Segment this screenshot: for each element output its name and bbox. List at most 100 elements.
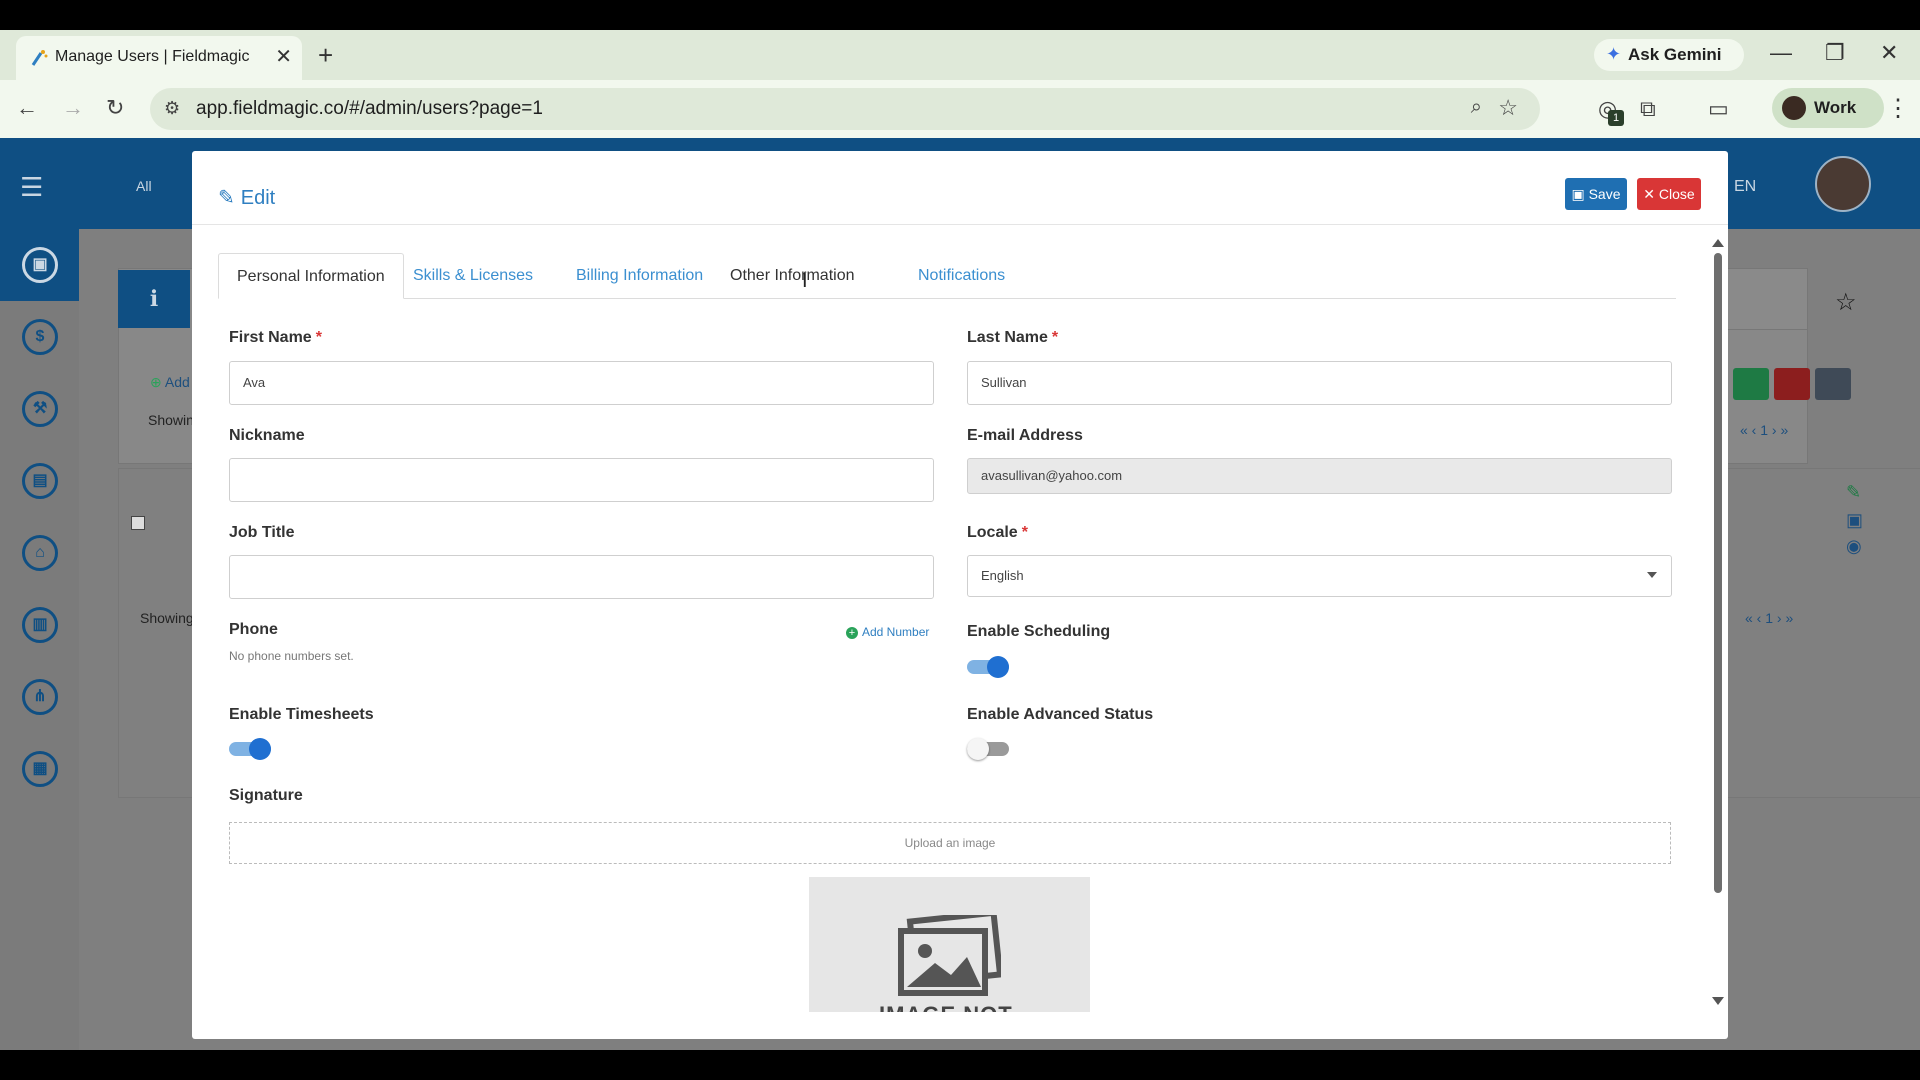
- last-name-required: *: [1051, 329, 1059, 346]
- tab-other-information[interactable]: Other Information: [712, 253, 873, 299]
- sidebar-wrench-icon[interactable]: ⚒: [22, 391, 58, 427]
- app-cancel-icon[interactable]: [1774, 368, 1810, 400]
- modal-scrollbar[interactable]: [1712, 239, 1724, 1009]
- enable-advanced-status-toggle[interactable]: [967, 738, 1009, 760]
- add-link[interactable]: ⊕ Add: [150, 374, 190, 391]
- forward-icon[interactable]: →: [62, 95, 84, 121]
- modal-header: [192, 151, 1728, 225]
- save-disk-icon: ▣: [1571, 185, 1589, 202]
- last-name-input[interactable]: Sullivan: [967, 361, 1672, 405]
- profile-button[interactable]: Work: [1772, 88, 1884, 128]
- signature-label: Signature: [229, 787, 303, 804]
- sidebar-wallet-icon[interactable]: ▥: [22, 607, 58, 643]
- app-sidebar: ▣ $ ⚒ ▤ ⌂ ▥ ⋔ ▦: [0, 229, 79, 1050]
- sidebar-users-icon[interactable]: ▣: [22, 247, 58, 283]
- last-name-label: Last Name *: [967, 329, 1058, 347]
- image-placeholder-icon: [898, 915, 1001, 996]
- locale-select[interactable]: English: [967, 555, 1672, 597]
- modal-title: ✎ Edit: [218, 185, 275, 210]
- user-avatar[interactable]: [1815, 156, 1871, 212]
- last-name-label-text: Last Name: [967, 329, 1048, 346]
- save-button[interactable]: ▣ Save: [1565, 178, 1627, 210]
- filter-all[interactable]: All: [136, 178, 152, 194]
- tab-notifications[interactable]: Notifications: [900, 253, 1023, 299]
- pager-top-page: 1: [1760, 422, 1769, 438]
- phone-label: Phone: [229, 621, 278, 638]
- scrollbar-thumb[interactable]: [1714, 253, 1722, 893]
- profile-avatar: [1782, 96, 1806, 120]
- first-name-label: First Name *: [229, 329, 322, 347]
- save-label: Save: [1588, 185, 1621, 202]
- close-button[interactable]: ✕ Close: [1637, 178, 1701, 210]
- sidebar-store-icon[interactable]: ⌂: [22, 535, 58, 571]
- first-name-required: *: [315, 329, 322, 346]
- restore-icon[interactable]: ❐: [1825, 40, 1845, 66]
- showing-text-top: Showin: [148, 412, 194, 428]
- browser-tab-title: Manage Users | Fieldmagic: [55, 48, 250, 65]
- pager-bottom[interactable]: « ‹ 1 › »: [1745, 610, 1793, 626]
- language-selector[interactable]: EN: [1734, 178, 1756, 196]
- pencil-icon: ✎: [218, 187, 235, 209]
- url-text: app.fieldmagic.co/#/admin/users?page=1: [196, 98, 543, 119]
- info-icon: ℹ: [118, 270, 190, 328]
- app-save-icon[interactable]: [1733, 368, 1769, 400]
- pager-bottom-page: 1: [1765, 610, 1774, 626]
- hamburger-menu-icon[interactable]: ☰: [20, 172, 43, 203]
- image-placeholder-caption: IMAGE NOT: [879, 1002, 1013, 1012]
- minimize-icon[interactable]: —: [1770, 40, 1792, 66]
- enable-advanced-status-label: Enable Advanced Status: [967, 706, 1154, 723]
- add-number-link[interactable]: + Add Number: [846, 625, 929, 639]
- sidebar-report-icon[interactable]: ▦: [22, 751, 58, 787]
- reload-icon[interactable]: ↻: [106, 95, 124, 121]
- pager-top[interactable]: « ‹ 1 › »: [1740, 422, 1788, 438]
- window-close-icon[interactable]: ✕: [1880, 40, 1898, 66]
- site-info-icon[interactable]: ⚙: [164, 98, 180, 119]
- toggle-knob: [249, 738, 271, 760]
- row-inbox-icon[interactable]: ▣: [1846, 510, 1863, 531]
- row-checkbox[interactable]: [131, 516, 145, 530]
- add-plus-icon: ⊕: [150, 374, 165, 390]
- favorite-star-icon[interactable]: ☆: [1835, 288, 1857, 317]
- gemini-sparkle-icon: ✦: [1606, 44, 1622, 64]
- locale-required: *: [1021, 524, 1028, 541]
- address-bar[interactable]: ⚙ app.fieldmagic.co/#/admin/users?page=1…: [150, 88, 1540, 130]
- app-dropdown-icon[interactable]: [1815, 368, 1851, 400]
- sidebar-workflow-icon[interactable]: ⋔: [22, 679, 58, 715]
- sidebar-billing-icon[interactable]: $: [22, 319, 58, 355]
- tab-personal-information[interactable]: Personal Information: [218, 253, 404, 299]
- close-tab-icon[interactable]: ✕: [275, 44, 292, 69]
- enable-timesheets-toggle[interactable]: [229, 738, 271, 760]
- sidebar-briefcase-icon[interactable]: ▤: [22, 463, 58, 499]
- job-title-label: Job Title: [229, 524, 295, 541]
- side-panel-icon[interactable]: ▭: [1708, 96, 1729, 122]
- ask-gemini-button[interactable]: ✦ Ask Gemini: [1594, 39, 1744, 71]
- enable-scheduling-label: Enable Scheduling: [967, 623, 1111, 640]
- job-title-input[interactable]: [229, 555, 934, 599]
- row-edit-pencil-icon[interactable]: ✎: [1846, 482, 1861, 503]
- tab-skills-licenses[interactable]: Skills & Licenses: [395, 253, 551, 299]
- first-name-input[interactable]: Ava: [229, 361, 934, 405]
- text-cursor-icon: I: [802, 270, 808, 292]
- signature-upload-dropzone[interactable]: Upload an image: [229, 822, 1671, 864]
- toggle-knob: [967, 738, 989, 760]
- new-tab-icon[interactable]: +: [318, 40, 333, 71]
- back-icon[interactable]: ←: [16, 95, 38, 121]
- email-input[interactable]: avasullivan@yahoo.com: [967, 458, 1672, 494]
- close-label: Close: [1658, 185, 1695, 202]
- close-x-icon: ✕: [1643, 185, 1659, 202]
- nickname-input[interactable]: [229, 458, 934, 502]
- nickname-label: Nickname: [229, 427, 305, 444]
- ask-gemini-label: Ask Gemini: [1628, 45, 1722, 64]
- scroll-up-arrow-icon[interactable]: [1712, 239, 1724, 247]
- add-number-label: Add Number: [862, 625, 930, 639]
- browser-menu-icon[interactable]: ⋮: [1886, 94, 1910, 123]
- extensions-puzzle-icon[interactable]: ⧉: [1640, 96, 1656, 122]
- edit-user-modal: ✎ Edit ▣ Save ✕ Close Personal Informatio…: [192, 151, 1728, 1039]
- enable-scheduling-toggle[interactable]: [967, 656, 1009, 678]
- zoom-icon[interactable]: ⌕: [1471, 96, 1482, 119]
- tab-billing-information[interactable]: Billing Information: [558, 253, 721, 299]
- scroll-down-arrow-icon[interactable]: [1712, 997, 1724, 1005]
- browser-tab[interactable]: Manage Users | Fieldmagic ✕: [16, 36, 302, 80]
- row-fingerprint-icon[interactable]: ◉: [1846, 536, 1862, 557]
- bookmark-star-icon[interactable]: ☆: [1498, 95, 1518, 121]
